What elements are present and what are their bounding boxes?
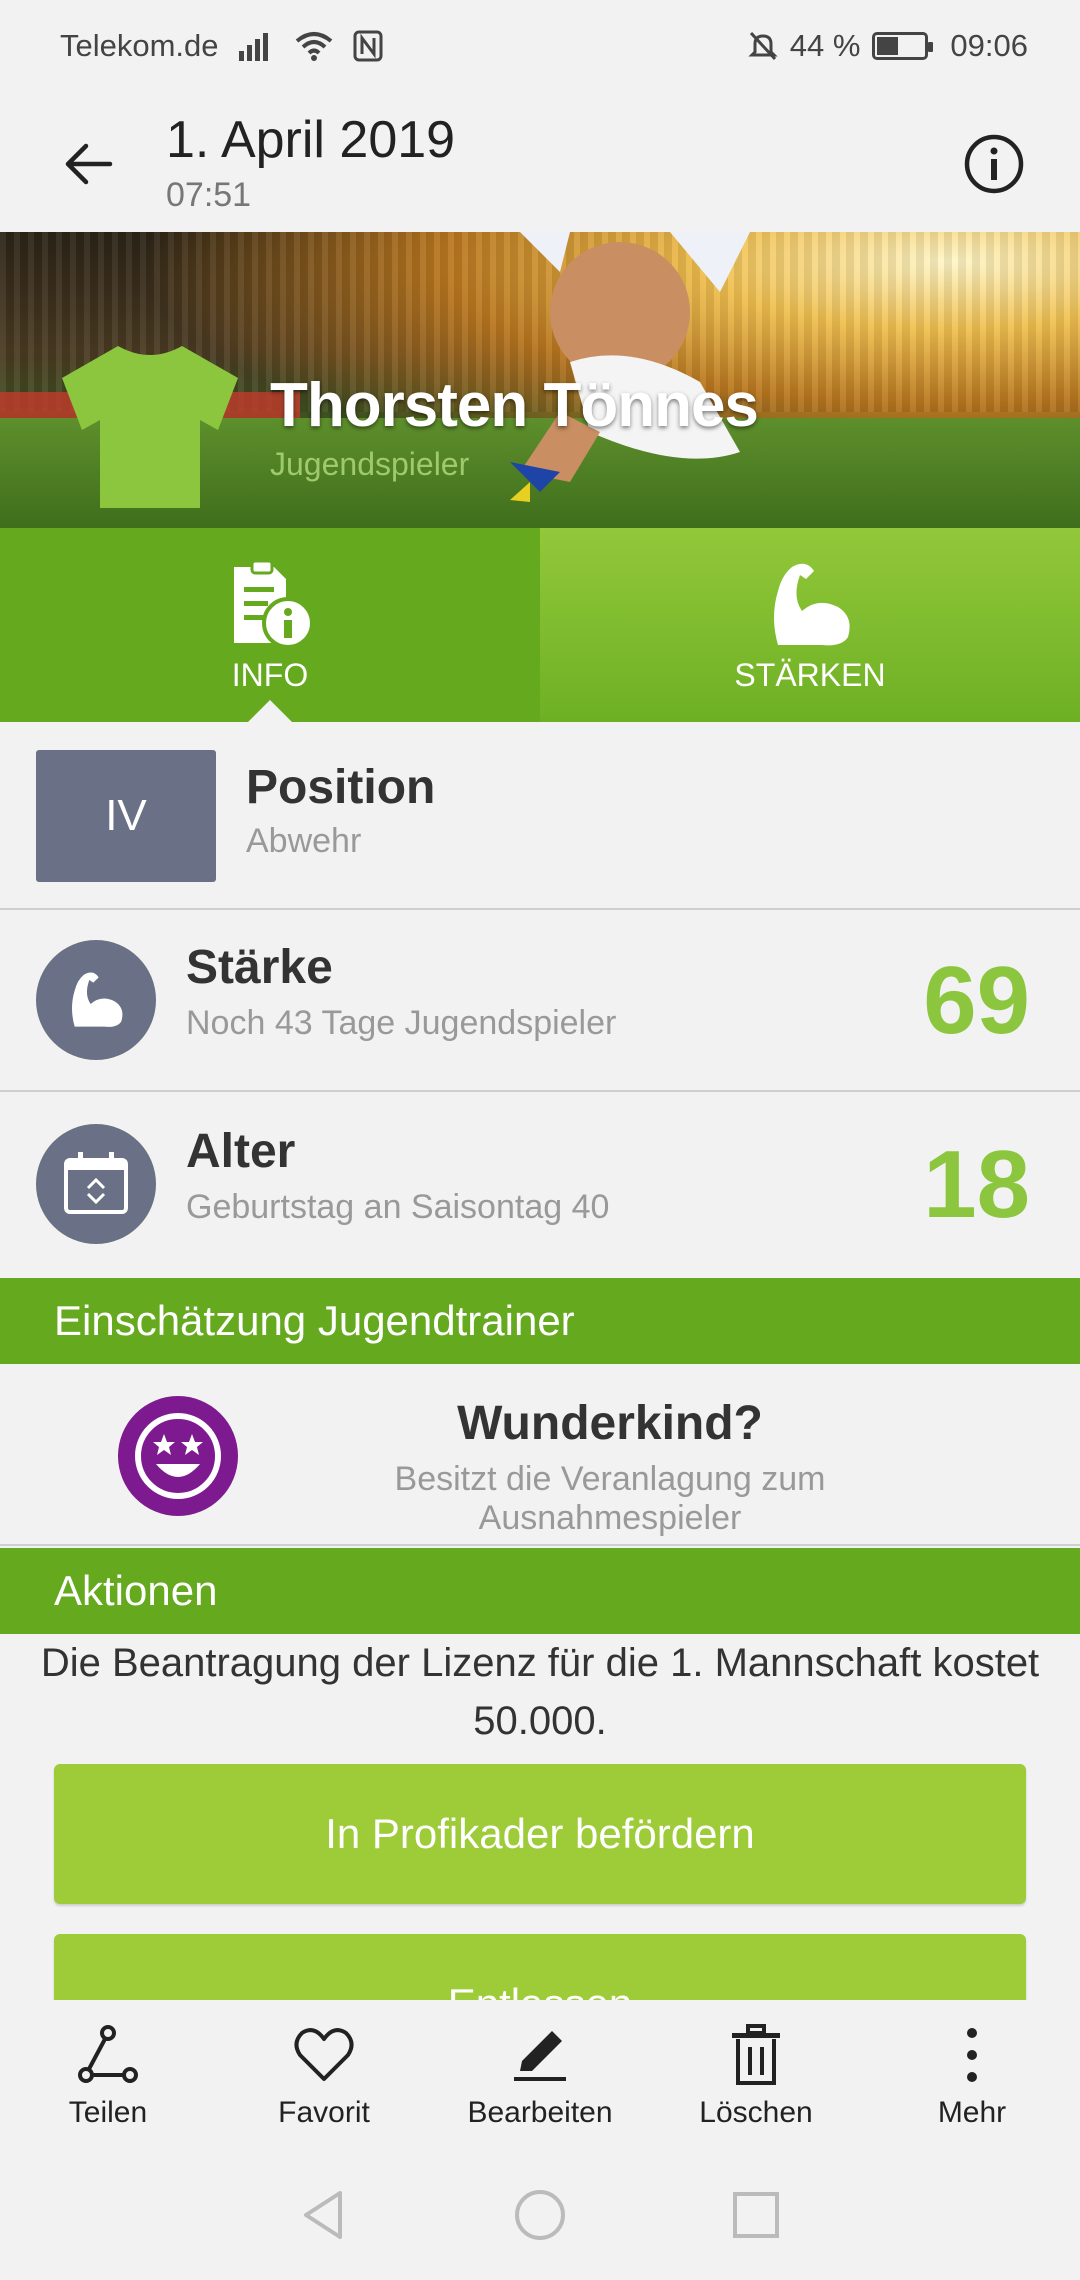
delete-label: Löschen <box>699 2096 813 2129</box>
position-title: Position <box>246 761 436 814</box>
tab-info-label: INFO <box>231 656 309 693</box>
muscle-icon <box>72 972 123 1027</box>
age-value: 18 <box>923 1131 1030 1238</box>
nav-recents-icon[interactable] <box>728 2187 784 2243</box>
carrier-label: Telekom.de <box>60 28 219 63</box>
page-subtitle: 07:51 <box>166 176 252 214</box>
nav-back-icon[interactable] <box>296 2187 352 2243</box>
strength-icon-circle <box>36 940 156 1060</box>
age-subtitle: Geburtstag an Saisontag 40 <box>186 1188 610 1226</box>
favorite-label: Favorit <box>278 2096 370 2129</box>
age-row[interactable]: Alter Geburtstag an Saisontag 40 18 <box>0 1092 1080 1276</box>
page-title: 1. April 2019 <box>166 111 456 169</box>
share-label: Teilen <box>68 2096 148 2129</box>
muscle-icon <box>774 563 850 645</box>
battery-icon <box>872 32 934 60</box>
player-name: Thorsten Tönnes <box>270 371 759 440</box>
clock: 09:06 <box>950 28 1028 63</box>
emoji-star-eyes-icon <box>118 1396 238 1516</box>
bell-muted-icon <box>748 31 778 61</box>
tab-bar: INFO STÄRKEN <box>0 528 1080 722</box>
position-subtitle: Abwehr <box>246 822 362 860</box>
player-banner: Thorsten Tönnes Jugendspieler <box>0 232 1080 528</box>
star-eyes-face-icon <box>135 1413 221 1499</box>
share-button[interactable]: Teilen <box>0 2000 216 2150</box>
position-row[interactable]: IV Position Abwehr <box>0 722 1080 910</box>
release-button-clip: Entlassen <box>0 1934 1080 2000</box>
wifi-icon <box>295 32 332 61</box>
info-button[interactable] <box>956 126 1032 202</box>
player-role: Jugendspieler <box>270 446 470 482</box>
pencil-icon <box>514 2031 566 2081</box>
battery-percent: 44 % <box>789 28 861 63</box>
heart-icon <box>294 2028 354 2081</box>
strength-subtitle: Noch 43 Tage Jugendspieler <box>186 1004 617 1042</box>
calendar-icon <box>64 1152 128 1214</box>
share-icon <box>78 2025 138 2083</box>
status-bar: Telekom.de 44 % 09:06 <box>0 0 1080 92</box>
shirt-icon <box>62 346 238 508</box>
assessment-subtitle: Besitzt die Veranlagung zum Ausnahmespie… <box>394 1460 826 1537</box>
age-icon-circle <box>36 1124 156 1244</box>
assessment-header: Einschätzung Jugendtrainer <box>0 1278 1080 1364</box>
edit-label: Bearbeiten <box>467 2096 613 2129</box>
nav-home-icon[interactable] <box>512 2187 568 2243</box>
tab-staerken-label: STÄRKEN <box>734 656 886 693</box>
favorite-button[interactable]: Favorit <box>216 2000 432 2150</box>
nfc-icon <box>353 30 383 62</box>
strength-value: 69 <box>923 947 1030 1054</box>
info-circle-icon <box>964 134 1024 194</box>
more-label: Mehr <box>937 2096 1007 2129</box>
signal-icon <box>238 33 268 61</box>
strength-title: Stärke <box>186 941 333 994</box>
tab-staerken[interactable]: STÄRKEN <box>540 528 1080 722</box>
tab-info[interactable]: INFO <box>0 528 540 722</box>
actions-header: Aktionen <box>0 1548 1080 1634</box>
edit-button[interactable]: Bearbeiten <box>432 2000 648 2150</box>
trash-icon <box>732 2024 780 2085</box>
age-title: Alter <box>186 1125 296 1178</box>
bottom-toolbar: Teilen Favorit Bearbeiten Löschen Mehr <box>0 2000 1080 2150</box>
license-cost-text: Die Beantragung der Lizenz für die 1. Ma… <box>40 1641 1040 1743</box>
more-vertical-icon <box>967 2028 977 2082</box>
release-button[interactable]: Entlassen <box>54 1934 1026 2000</box>
info-doc-icon <box>234 559 314 649</box>
back-button[interactable] <box>48 124 128 204</box>
system-nav-bar <box>0 2150 1080 2280</box>
arrow-left-icon <box>65 143 113 185</box>
assessment-card[interactable]: Wunderkind? Besitzt die Veranlagung zum … <box>0 1366 1080 1546</box>
delete-button[interactable]: Löschen <box>648 2000 864 2150</box>
app-bar: 1. April 2019 07:51 <box>0 92 1080 232</box>
position-badge: IV <box>36 750 216 882</box>
more-button[interactable]: Mehr <box>864 2000 1080 2150</box>
assessment-title: Wunderkind? <box>457 1397 763 1450</box>
strength-row[interactable]: Stärke Noch 43 Tage Jugendspieler 69 <box>0 910 1080 1092</box>
promote-button[interactable]: In Profikader befördern <box>54 1764 1026 1904</box>
